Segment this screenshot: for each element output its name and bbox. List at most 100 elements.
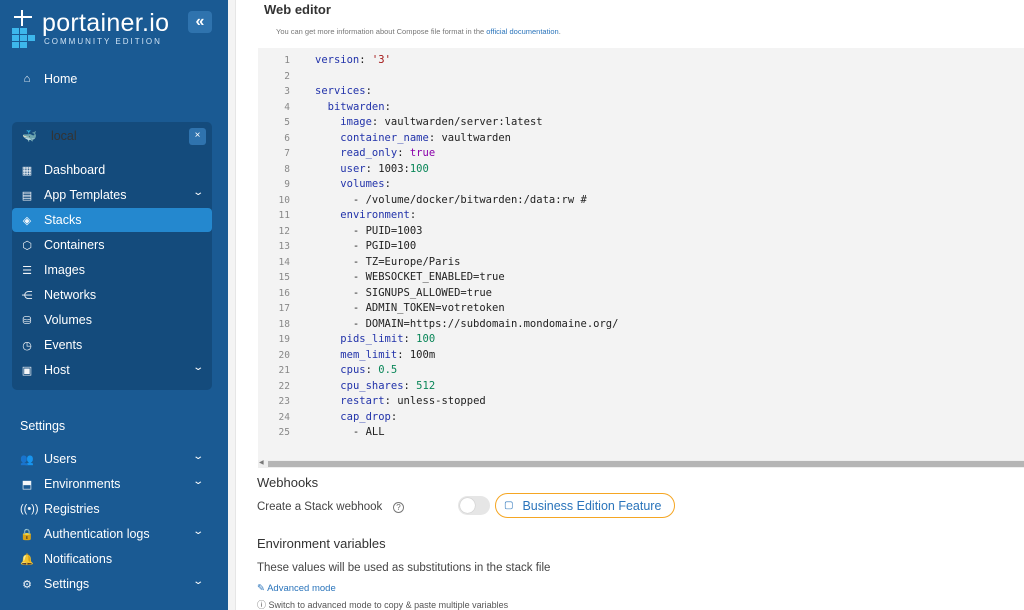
collapse-sidebar-button[interactable]: « <box>188 11 212 33</box>
code-line[interactable]: 16 - SIGNUPS_ALLOWED=true <box>258 286 1024 302</box>
code-line[interactable]: 4 bitwarden: <box>258 100 1024 116</box>
line-number: 19 <box>278 334 290 345</box>
sidebar-item-label: App Templates <box>44 188 127 202</box>
line-number: 25 <box>278 427 290 438</box>
code-line[interactable]: 2 <box>258 69 1024 85</box>
code-text: - TZ=Europe/Paris <box>315 255 461 268</box>
sidebar-item-app-templates[interactable]: ▤ App Templates ⌄ <box>12 183 212 207</box>
line-number: 17 <box>278 303 290 314</box>
scroll-gutter <box>228 0 236 610</box>
sidebar-item-stacks[interactable]: ◈ Stacks <box>12 208 212 232</box>
scroll-left-icon[interactable]: ◀ <box>259 459 264 466</box>
dashboard-icon: ▦ <box>21 164 33 177</box>
code-line[interactable]: 25 - ALL <box>258 425 1024 441</box>
code-line[interactable]: 8 user: 1003:100 <box>258 162 1024 178</box>
home-icon: ⌂ <box>23 73 31 85</box>
registries-icon: ((•)) <box>20 503 39 515</box>
briefcase-icon: ▢ <box>504 500 514 511</box>
advanced-mode-link[interactable]: ✎ Advanced mode <box>257 583 336 594</box>
crane-logo-icon <box>8 10 36 48</box>
code-line[interactable]: 3 services: <box>258 84 1024 100</box>
sidebar-item-label: Notifications <box>44 552 113 566</box>
code-text: - /volume/docker/bitwarden:/data:rw # <box>315 193 587 206</box>
web-editor-title: Web editor <box>264 2 331 17</box>
environments-icon: ⬒ <box>21 478 33 491</box>
environment-variables-title: Environment variables <box>257 536 386 551</box>
code-line[interactable]: 19 pids_limit: 100 <box>258 332 1024 348</box>
code-line[interactable]: 10 - /volume/docker/bitwarden:/data:rw # <box>258 193 1024 209</box>
business-edition-badge[interactable]: ▢ Business Edition Feature <box>495 493 675 518</box>
sidebar-item-events[interactable]: ◷ Events <box>12 333 212 357</box>
line-number: 12 <box>278 225 290 237</box>
gear-icon: ⚙ <box>22 578 32 591</box>
code-line[interactable]: 24 cap_drop: <box>258 410 1024 426</box>
chevron-down-icon: ⌄ <box>191 187 204 198</box>
badge-label: Business Edition Feature <box>522 498 662 513</box>
code-text: - PGID=100 <box>315 240 417 252</box>
code-line[interactable]: 9 volumes: <box>258 177 1024 193</box>
webhooks-title: Webhooks <box>257 475 319 490</box>
code-line[interactable]: 11 environment: <box>258 208 1024 224</box>
sidebar-item-registries[interactable]: ((•)) Registries <box>12 497 212 521</box>
code-line[interactable]: 14 - TZ=Europe/Paris <box>258 255 1024 271</box>
sidebar-item-users[interactable]: 👥 Users ⌄ <box>12 447 212 471</box>
events-icon: ◷ <box>22 339 32 352</box>
line-number: 2 <box>284 70 290 82</box>
auth-logs-icon: 🔒 <box>20 528 34 541</box>
close-environment-button[interactable]: × <box>189 128 206 145</box>
sidebar-item-volumes[interactable]: ⛁ Volumes <box>12 308 212 332</box>
sidebar-item-authentication-logs[interactable]: 🔒 Authentication logs ⌄ <box>12 522 212 546</box>
code-line[interactable]: 1 version: '3' <box>258 53 1024 69</box>
advanced-mode-hint: ⓘ Switch to advanced mode to copy & past… <box>257 600 509 610</box>
sidebar-item-label: Host <box>44 363 70 377</box>
line-number: 18 <box>278 318 290 330</box>
toggle-knob <box>460 498 475 513</box>
sidebar-item-environments[interactable]: ⬒ Environments ⌄ <box>12 472 212 496</box>
code-line[interactable]: 17 - ADMIN_TOKEN=votretoken <box>258 301 1024 317</box>
sidebar-item-host[interactable]: ▣ Host ⌄ <box>12 358 212 382</box>
sidebar-item-label: Users <box>44 452 77 466</box>
code-line[interactable]: 15 - WEBSOCKET_ENABLED=true <box>258 270 1024 286</box>
volumes-icon: ⛁ <box>22 314 32 327</box>
line-number: 3 <box>284 86 290 97</box>
sidebar-item-home[interactable]: ⌂ Home <box>12 67 212 91</box>
scrollbar-thumb[interactable] <box>268 461 1024 467</box>
code-line[interactable]: 21 cpus: 0.5 <box>258 363 1024 379</box>
official-documentation-link[interactable]: official documentation <box>486 27 558 36</box>
line-number: 11 <box>278 210 290 221</box>
code-line[interactable]: 23 restart: unless-stopped <box>258 394 1024 410</box>
code-line[interactable]: 13 - PGID=100 <box>258 239 1024 255</box>
chevron-down-icon: ⌄ <box>191 451 204 462</box>
code-line[interactable]: 18 - DOMAIN=https://subdomain.mondomaine… <box>258 317 1024 333</box>
portainer-logo[interactable]: portainer.io COMMUNITY EDITION <box>8 10 169 48</box>
sidebar-item-notifications[interactable]: 🔔 Notifications <box>12 547 212 571</box>
line-number: 20 <box>278 349 290 361</box>
stacks-icon: ◈ <box>22 214 32 227</box>
code-line[interactable]: 6 container_name: vaultwarden <box>258 131 1024 147</box>
code-line[interactable]: 7 read_only: true <box>258 146 1024 162</box>
code-text: - DOMAIN=https://subdomain.mondomaine.or… <box>315 317 619 330</box>
code-line[interactable]: 22 cpu_shares: 512 <box>258 379 1024 395</box>
sidebar-item-images[interactable]: ☰ Images <box>12 258 212 282</box>
sidebar-item-settings[interactable]: ⚙ Settings ⌄ <box>12 572 212 596</box>
code-editor[interactable]: 1 version: '3' 2 3 services: 4 bitwarden: 5 im… <box>258 48 1024 460</box>
code-text: cap_drop: <box>340 410 398 423</box>
sidebar-item-containers[interactable]: ⬡ Containers <box>12 233 212 257</box>
code-line[interactable]: 5 image: vaultwarden/server:latest <box>258 115 1024 131</box>
sidebar-item-networks[interactable]: ⋲ Networks <box>12 283 212 307</box>
logo-title: portainer.io <box>42 9 170 37</box>
environment-header[interactable]: 🐳 local <box>12 124 212 148</box>
line-number: 14 <box>278 256 290 268</box>
sidebar-item-dashboard[interactable]: ▦ Dashboard <box>12 158 212 182</box>
line-number: 23 <box>278 396 290 407</box>
line-number: 16 <box>278 287 290 299</box>
line-number: 9 <box>284 179 290 190</box>
line-number: 21 <box>278 365 290 376</box>
line-number: 13 <box>278 241 290 252</box>
line-number: 22 <box>278 380 290 392</box>
code-line[interactable]: 20 mem_limit: 100m <box>258 348 1024 364</box>
environment-variables-description: These values will be used as substitutio… <box>257 562 551 574</box>
code-text: cpu_shares: 512 <box>340 379 436 392</box>
code-line[interactable]: 12 - PUID=1003 <box>258 224 1024 240</box>
help-icon[interactable]: ? <box>393 502 404 513</box>
